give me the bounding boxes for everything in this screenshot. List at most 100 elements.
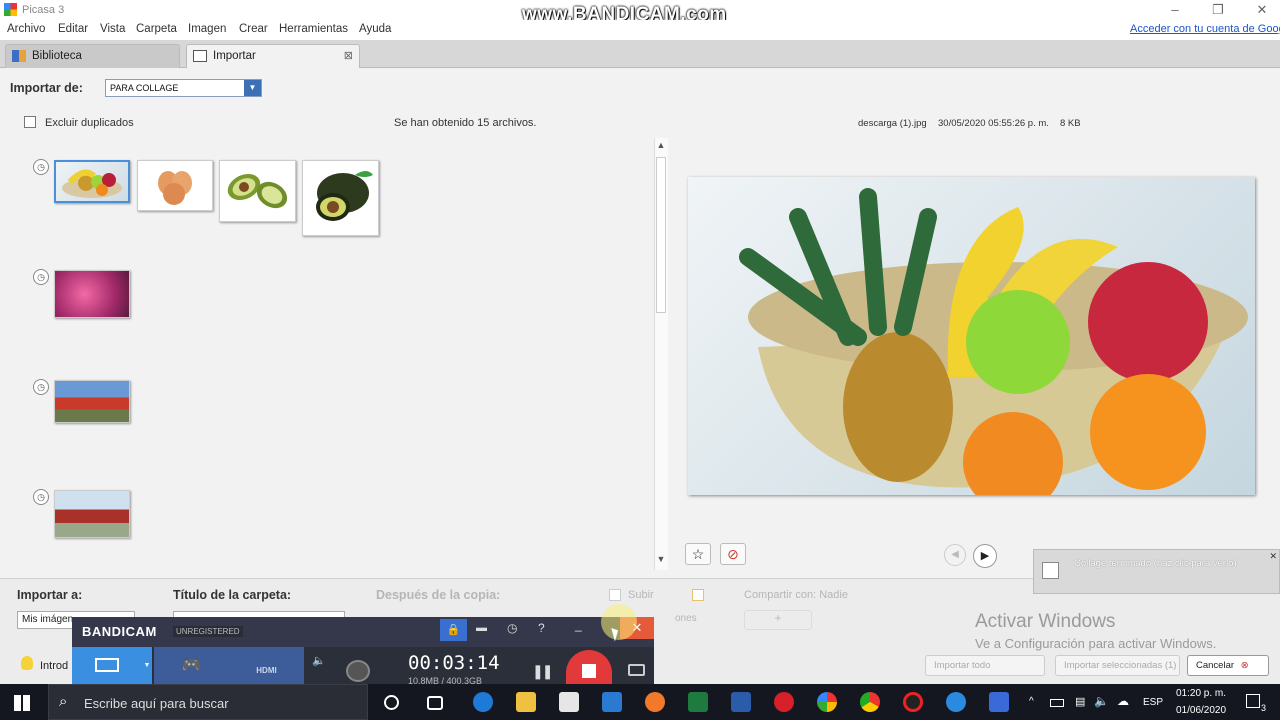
- firefox-icon[interactable]: [645, 692, 665, 712]
- thumbnail-avocado-1[interactable]: [219, 160, 296, 222]
- menu-imagen[interactable]: Imagen: [188, 23, 226, 35]
- mode-dropdown-icon[interactable]: ▼: [142, 647, 152, 684]
- action-center-icon[interactable]: [1246, 694, 1260, 708]
- tab-biblioteca-label: Biblioteca: [32, 50, 82, 62]
- google-account-link[interactable]: Acceder con tu cuenta de Google: [1130, 23, 1280, 35]
- picasa-logo-icon: [4, 3, 17, 16]
- thumbnail-eggs[interactable]: [137, 160, 213, 211]
- windows-start-icon[interactable]: [14, 695, 30, 711]
- scroll-down-icon[interactable]: ▼: [655, 554, 667, 568]
- excel-icon[interactable]: [688, 692, 708, 712]
- stop-icon: [582, 664, 596, 678]
- tab-importar[interactable]: Importar ⊠: [186, 44, 360, 68]
- next-image-button[interactable]: ▶: [973, 544, 997, 568]
- screen-mode-button[interactable]: [72, 647, 142, 684]
- lock-icon[interactable]: 🔒: [440, 619, 467, 641]
- pause-button[interactable]: ❚❚: [532, 663, 554, 680]
- import-source-select[interactable]: PARA COLLAGE ▼: [105, 79, 262, 97]
- clock-icon[interactable]: ◷: [33, 489, 49, 505]
- menu-herramientas[interactable]: Herramientas: [279, 23, 348, 35]
- volume-icon[interactable]: 🔈: [1094, 694, 1109, 708]
- menu-editar[interactable]: Editar: [58, 23, 88, 35]
- prev-image-button[interactable]: ◀: [944, 544, 966, 566]
- clock-icon[interactable]: ◷: [33, 159, 49, 175]
- image-preview: [688, 177, 1255, 495]
- battery-icon[interactable]: [1050, 699, 1064, 707]
- clock-timer-icon[interactable]: ◷: [507, 621, 517, 635]
- file-date: 30/05/2020 05:55:26 p. m.: [938, 118, 1049, 129]
- hdmi-mode-button[interactable]: HDMI: [229, 647, 304, 684]
- notification-close-icon[interactable]: ✕: [1269, 551, 1277, 562]
- bandicam-minimize-icon[interactable]: _: [575, 618, 582, 632]
- import-selected-button[interactable]: Importar seleccionadas (1): [1055, 655, 1180, 676]
- activate-windows-title: Activar Windows: [975, 611, 1116, 632]
- files-found-text: Se han obtenido 15 archivos.: [394, 117, 537, 129]
- thumbnail-temple[interactable]: [54, 490, 130, 538]
- options-label[interactable]: ones: [675, 613, 697, 624]
- import-all-button[interactable]: Importar todo: [925, 655, 1045, 676]
- mail-icon[interactable]: [602, 692, 622, 712]
- clock-icon[interactable]: ◷: [33, 379, 49, 395]
- clock-icon[interactable]: ◷: [33, 269, 49, 285]
- cloud-icon[interactable]: ☁: [1117, 694, 1129, 708]
- minimize-button[interactable]: –: [1165, 2, 1185, 17]
- intro-link[interactable]: Introd: [40, 660, 68, 672]
- scroll-up-icon[interactable]: ▲: [655, 140, 667, 154]
- clock-date[interactable]: 01/06/2020: [1176, 705, 1226, 716]
- webcam-icon[interactable]: [346, 660, 370, 682]
- opera-icon[interactable]: [774, 692, 794, 712]
- collage-notification[interactable]: Collage terminado (haz clic para verlo) …: [1033, 549, 1280, 594]
- recording-size: 10.8MB / 400.3GB: [408, 676, 483, 684]
- window-title: Picasa 3: [22, 4, 65, 16]
- app-icon[interactable]: [989, 692, 1009, 712]
- star-button[interactable]: ☆: [685, 543, 711, 565]
- thumbnail-flowers[interactable]: [54, 270, 130, 318]
- close-tab-icon[interactable]: ⊠: [344, 49, 353, 62]
- share-checkbox[interactable]: [692, 589, 704, 601]
- menu-crear[interactable]: Crear: [239, 23, 268, 35]
- menu-carpeta[interactable]: Carpeta: [136, 23, 177, 35]
- store-icon[interactable]: [559, 692, 579, 712]
- import-source-value: PARA COLLAGE: [110, 83, 179, 93]
- help-icon[interactable]: ?: [538, 621, 545, 635]
- unregistered-badge: UNREGISTERED: [173, 626, 243, 637]
- upload-checkbox[interactable]: [609, 589, 621, 601]
- reject-button[interactable]: ⊘: [720, 543, 746, 565]
- thumbnail-fruit-bowl[interactable]: [54, 160, 130, 203]
- picasa-taskbar-icon[interactable]: [817, 692, 837, 712]
- add-people-button[interactable]: +: [744, 610, 812, 630]
- recording-timer: 00:03:14: [408, 652, 500, 674]
- word-icon[interactable]: [731, 692, 751, 712]
- thumbnail-landscape[interactable]: [54, 380, 130, 423]
- menu-archivo[interactable]: Archivo: [7, 23, 45, 35]
- folder-title-label: Título de la carpeta:: [173, 588, 292, 602]
- chrome-icon[interactable]: [860, 692, 880, 712]
- exclude-duplicates-checkbox[interactable]: [24, 116, 36, 128]
- folder-icon[interactable]: ▬: [476, 622, 487, 634]
- bandicam-taskbar-icon[interactable]: [903, 692, 923, 712]
- internet-explorer-icon[interactable]: [946, 692, 966, 712]
- network-icon[interactable]: ▤: [1075, 695, 1085, 708]
- file-size: 8 KB: [1060, 118, 1081, 129]
- edge-icon[interactable]: [473, 692, 493, 712]
- menu-ayuda[interactable]: Ayuda: [359, 23, 391, 35]
- clock-time[interactable]: 01:20 p. m.: [1176, 688, 1226, 699]
- speaker-icon[interactable]: 🔈: [312, 654, 326, 667]
- file-explorer-icon[interactable]: [516, 692, 536, 712]
- task-view-icon[interactable]: [427, 696, 443, 710]
- game-mode-button[interactable]: 🎮: [154, 647, 229, 684]
- camera-icon[interactable]: [628, 664, 645, 676]
- maximize-button[interactable]: ❐: [1208, 2, 1228, 18]
- scroll-thumb[interactable]: [656, 157, 666, 313]
- eggs-thumbnail-image: [158, 171, 192, 205]
- tray-chevron-icon[interactable]: ^: [1029, 696, 1034, 707]
- cancel-button[interactable]: Cancelar ⊗: [1187, 655, 1269, 676]
- close-button[interactable]: ✕: [1252, 2, 1272, 18]
- cancel-label: Cancelar: [1196, 660, 1235, 671]
- menu-vista[interactable]: Vista: [100, 23, 125, 35]
- cortana-icon[interactable]: [384, 695, 399, 710]
- language-indicator[interactable]: ESP: [1143, 697, 1163, 708]
- taskbar-search-box[interactable]: ⌕ Escribe aquí para buscar: [48, 684, 368, 720]
- thumbnail-avocado-2[interactable]: [302, 160, 379, 236]
- tab-biblioteca[interactable]: Biblioteca: [5, 44, 180, 68]
